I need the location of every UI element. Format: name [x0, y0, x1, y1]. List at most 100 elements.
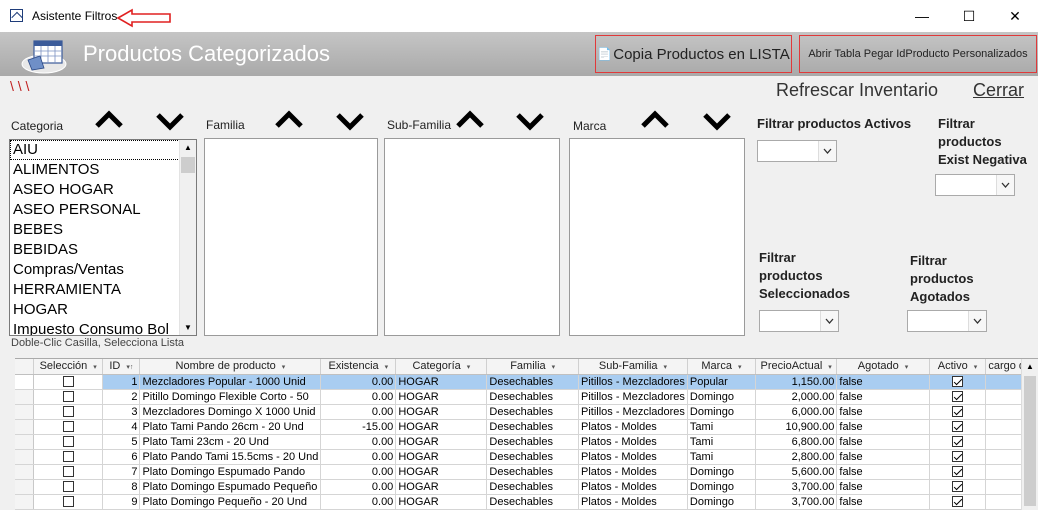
column-header-id[interactable]: ID ▾↑ [102, 359, 141, 375]
column-header-existencia[interactable]: Existencia ▾ [320, 359, 397, 375]
id-cell[interactable]: 7 [102, 464, 141, 480]
unchecked-checkbox[interactable] [62, 481, 74, 493]
chevron-down-icon[interactable] [702, 111, 732, 133]
categoria-cell[interactable]: HOGAR [395, 419, 488, 435]
id-cell[interactable]: 4 [102, 419, 141, 435]
subfamilia-cell[interactable]: Platos - Moldes [578, 449, 688, 465]
agotado-cell[interactable]: false [836, 389, 930, 405]
precio-cell[interactable]: 2,800.00 [755, 449, 838, 465]
seleccion-cell[interactable] [33, 494, 104, 510]
familia-listbox[interactable] [204, 138, 378, 336]
familia-cell[interactable]: Desechables [486, 374, 579, 390]
seleccion-cell[interactable] [33, 419, 104, 435]
categoria-cell[interactable]: HOGAR [395, 404, 488, 420]
seleccionados-combo[interactable] [759, 310, 839, 332]
close-link[interactable]: Cerrar [973, 80, 1024, 101]
marca-cell[interactable]: Tami [687, 449, 756, 465]
activo-cell[interactable] [929, 449, 987, 465]
precio-cell[interactable]: 10,900.00 [755, 419, 838, 435]
column-header-subfamilia[interactable]: Sub-Familia ▾ [578, 359, 688, 375]
activo-cell[interactable] [929, 494, 987, 510]
subfamilia-cell[interactable]: Pitillos - Mezcladores [578, 404, 688, 420]
activo-cell[interactable] [929, 404, 987, 420]
column-header-precio[interactable]: PrecioActual ▾ [755, 359, 838, 375]
id-cell[interactable]: 8 [102, 479, 141, 495]
checked-checkbox[interactable] [951, 451, 963, 463]
nombre-cell[interactable]: Plato Pando Tami 15.5cms - 20 Und [139, 449, 322, 465]
table-row[interactable]: 6 Plato Pando Tami 15.5cms - 20 Und 0.00 HO… [15, 449, 1038, 465]
existencia-cell[interactable]: 0.00 [320, 374, 397, 390]
filter-dropdown-icon[interactable]: ▾ [905, 364, 909, 371]
chevron-down-icon[interactable] [820, 311, 838, 331]
filter-dropdown-icon[interactable]: ▾ [974, 364, 978, 371]
column-header-activo[interactable]: Activo ▾ [929, 359, 987, 375]
subfamilia-listbox[interactable] [384, 138, 560, 336]
categoria-cell[interactable]: HOGAR [395, 464, 488, 480]
seleccion-cell[interactable] [33, 374, 104, 390]
scroll-thumb[interactable] [1024, 376, 1036, 506]
categoria-item[interactable]: ASEO HOGAR [10, 180, 196, 200]
agotado-cell[interactable]: false [836, 434, 930, 450]
subfamilia-cell[interactable]: Pitillos - Mezcladores [578, 389, 688, 405]
activo-cell[interactable] [929, 434, 987, 450]
seleccion-cell[interactable] [33, 449, 104, 465]
categoria-item[interactable]: BEBES [10, 220, 196, 240]
id-cell[interactable]: 9 [102, 494, 141, 510]
seleccion-cell[interactable] [33, 479, 104, 495]
column-header-nombre[interactable]: Nombre de producto ▾ [139, 359, 322, 375]
categoria-cell[interactable]: HOGAR [395, 374, 488, 390]
id-cell[interactable]: 2 [102, 389, 141, 405]
maximize-button[interactable]: ☐ [946, 0, 992, 32]
filter-dropdown-icon[interactable]: ▾ [467, 364, 471, 371]
seleccion-cell[interactable] [33, 434, 104, 450]
unchecked-checkbox[interactable] [62, 466, 74, 478]
unchecked-checkbox[interactable] [62, 436, 74, 448]
unchecked-checkbox[interactable] [62, 496, 74, 508]
familia-cell[interactable]: Desechables [486, 404, 579, 420]
categoria-item[interactable]: AIU [10, 140, 196, 160]
minimize-button[interactable]: — [899, 0, 945, 32]
activo-cell[interactable] [929, 374, 987, 390]
scroll-thumb[interactable] [181, 157, 195, 173]
table-row[interactable]: 8 Plato Domingo Espumado Pequeño 0.00 HOGAR… [15, 479, 1038, 495]
categoria-cell[interactable]: HOGAR [395, 434, 488, 450]
existencia-cell[interactable]: 0.00 [320, 434, 397, 450]
chevron-up-icon[interactable] [94, 108, 124, 130]
categoria-cell[interactable]: HOGAR [395, 449, 488, 465]
categoria-cell[interactable]: HOGAR [395, 389, 488, 405]
marca-cell[interactable]: Domingo [687, 479, 756, 495]
table-row[interactable]: 4 Plato Tami Pando 26cm - 20 Und -15.00 HOG… [15, 419, 1038, 435]
refresh-inventory-link[interactable]: Refrescar Inventario [776, 80, 938, 101]
seleccion-cell[interactable] [33, 404, 104, 420]
column-header-agotado[interactable]: Agotado ▾ [836, 359, 930, 375]
checked-checkbox[interactable] [951, 436, 963, 448]
unchecked-checkbox[interactable] [62, 421, 74, 433]
chevron-down-icon[interactable] [335, 111, 365, 133]
chevron-up-icon[interactable] [274, 108, 304, 130]
grid-scrollbar[interactable]: ▲ [1021, 359, 1038, 510]
categoria-item[interactable]: Impuesto Consumo Bol [10, 320, 196, 335]
nombre-cell[interactable]: Mezcladores Popular - 1000 Unid [139, 374, 322, 390]
existencia-cell[interactable]: 0.00 [320, 449, 397, 465]
agotado-cell[interactable]: false [836, 479, 930, 495]
subfamilia-cell[interactable]: Platos - Moldes [578, 494, 688, 510]
subfamilia-cell[interactable]: Platos - Moldes [578, 464, 688, 480]
filter-dropdown-icon[interactable]: ▾ [828, 364, 832, 371]
column-header-categoria[interactable]: Categoría ▾ [395, 359, 488, 375]
precio-cell[interactable]: 6,000.00 [755, 404, 838, 420]
subfamilia-cell[interactable]: Platos - Moldes [578, 479, 688, 495]
chevron-down-icon[interactable] [155, 111, 185, 133]
marca-cell[interactable]: Tami [687, 419, 756, 435]
familia-cell[interactable]: Desechables [486, 449, 579, 465]
precio-cell[interactable]: 1,150.00 [755, 374, 838, 390]
agotado-cell[interactable]: false [836, 494, 930, 510]
scroll-up-icon[interactable]: ▲ [184, 143, 192, 152]
chevron-up-icon[interactable] [455, 108, 485, 130]
marca-cell[interactable]: Popular [687, 374, 756, 390]
checked-checkbox[interactable] [951, 376, 963, 388]
unchecked-checkbox[interactable] [62, 391, 74, 403]
chevron-down-icon[interactable] [515, 111, 545, 133]
filter-dropdown-icon[interactable]: ▾ [282, 364, 286, 371]
precio-cell[interactable]: 2,000.00 [755, 389, 838, 405]
nombre-cell[interactable]: Plato Domingo Espumado Pequeño [139, 479, 322, 495]
